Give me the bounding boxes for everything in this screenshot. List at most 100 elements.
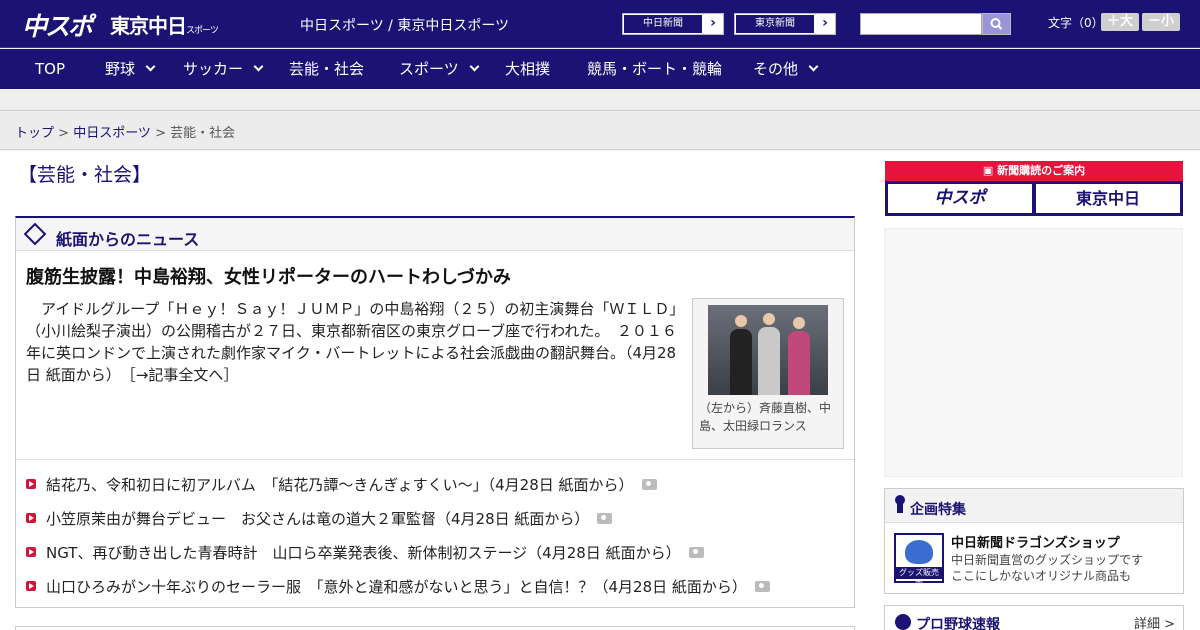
- shop-desc-line: ここにしかないオリジナル商品も: [951, 569, 1132, 583]
- tokyo-logo-text: 東京中日: [110, 14, 187, 38]
- subscription-banner: ▣ 新聞購読のご案内 中スポ 東京中日: [885, 161, 1183, 216]
- nav-label: スポーツ: [399, 60, 459, 78]
- baseball-icon: [895, 614, 911, 630]
- photo-figure: [788, 331, 810, 395]
- detail-link[interactable]: 詳細 >: [1134, 613, 1175, 630]
- photo-figure: [758, 327, 780, 395]
- breadcrumb-section-link[interactable]: 中日スポーツ: [73, 126, 151, 141]
- nav-label: その他: [753, 60, 799, 78]
- photo-box: （左から）斉藤直樹、中島、太田緑ロランス: [692, 298, 844, 449]
- photo-figure-head: [735, 315, 747, 327]
- nav-item-keiba[interactable]: 競馬・ボート・競輪: [587, 49, 722, 89]
- divider: [16, 459, 854, 460]
- chevron-right-icon: ›: [822, 15, 828, 31]
- news-list-item[interactable]: 結花乃、令和初日に初アルバム 「結花乃譚～きんぎょすくい～」（4月28日 紙面か…: [26, 474, 846, 508]
- dragons-shop-image[interactable]: グッズ販売中: [894, 533, 944, 589]
- site-header: 中スポ 東京中日スポーツ 中日スポーツ / 東京中日スポーツ 中日新聞 › 東京…: [0, 0, 1200, 48]
- photo-caption: （左から）斉藤直樹、中島、太田緑ロランス: [699, 401, 832, 433]
- search-input[interactable]: [860, 13, 982, 35]
- lead-body: アイドルグループ「Ｈｅｙ！Ｓａｙ！ＪＵＭＰ」の中島裕翔（２５）の初主演舞台「ＷＩ…: [26, 300, 685, 384]
- chevron-down-icon: [469, 61, 480, 72]
- nav-item-soccer[interactable]: サッカー: [183, 49, 264, 89]
- goods-sale-badge: グッズ販売中: [896, 567, 942, 589]
- photo-figure: [730, 329, 752, 395]
- camera-icon: [688, 547, 704, 558]
- search-button[interactable]: [982, 13, 1011, 35]
- nav-label: 野球: [105, 60, 136, 78]
- next-section-box: [15, 626, 855, 630]
- nav-label: TOP: [35, 60, 66, 78]
- font-smaller-button[interactable]: －小: [1142, 13, 1180, 31]
- newspaper-icon: [23, 222, 47, 246]
- newspaper-news-box: 紙面からのニュース 腹筋生披露！中島裕翔、女性リポーターのハートわしづかみ アイ…: [15, 216, 855, 608]
- nav-item-top[interactable]: TOP: [35, 49, 65, 89]
- arrow-bullet-icon: [26, 547, 36, 557]
- nav-item-sports[interactable]: スポーツ: [399, 49, 480, 89]
- photo-figure-head: [763, 313, 775, 325]
- nav-label: 大相撲: [505, 60, 551, 78]
- ribbon-icon: [895, 495, 905, 515]
- photo-figure-head: [793, 317, 805, 329]
- chuspo-logo[interactable]: 中スポ: [22, 7, 93, 43]
- ad-slot[interactable]: [884, 228, 1183, 477]
- baseball-scores-box: プロ野球速報 詳細 >: [884, 605, 1184, 630]
- subscription-title-text: 新聞購読のご案内: [997, 164, 1086, 177]
- nav-item-entertainment[interactable]: 芸能・社会: [289, 49, 364, 89]
- chevron-down-icon: [808, 61, 819, 72]
- nav-item-sumo[interactable]: 大相撲: [505, 49, 550, 89]
- shop-name-link[interactable]: 中日新聞ドラゴンズショップ: [951, 532, 1120, 551]
- chevron-right-icon: ›: [710, 15, 716, 31]
- news-item-title: 小笠原茉由が舞台デビュー お父さんは竜の道大２軍監督（4月28日 紙面から）: [46, 510, 590, 528]
- breadcrumb: トップ > 中日スポーツ > 芸能・社会: [15, 122, 235, 141]
- news-list-item[interactable]: 小笠原茉由が舞台デビュー お父さんは竜の道大２軍監督（4月28日 紙面から）: [26, 508, 846, 542]
- nav-label: サッカー: [183, 60, 244, 78]
- search-icon: [990, 18, 1003, 30]
- baseball-title: プロ野球速報: [916, 617, 1000, 630]
- tokyo-shimbun-button[interactable]: 東京新聞 ›: [734, 13, 836, 35]
- lead-text: アイドルグループ「Ｈｅｙ！Ｓａｙ！ＪＵＭＰ」の中島裕翔（２５）の初主演舞台「ＷＩ…: [26, 298, 686, 386]
- shop-desc-line: 中日新聞直営のグッズショップです: [951, 553, 1144, 567]
- breadcrumb-separator: >: [150, 126, 171, 141]
- chunichi-shimbun-button[interactable]: 中日新聞 ›: [622, 13, 724, 35]
- news-item-title: NGT、再び動き出した青春時計 山口ら卒業発表後、新体制初ステージ（4月28日 …: [46, 544, 681, 562]
- arrow-bullet-icon: [26, 513, 36, 523]
- article-photo[interactable]: [708, 305, 828, 395]
- full-article-link[interactable]: ［→記事全文へ］: [128, 366, 238, 384]
- shop-description: 中日新聞直営のグッズショップです ここにしかないオリジナル商品も: [951, 552, 1176, 584]
- subscribe-tokyo-button[interactable]: 東京中日: [1036, 184, 1180, 213]
- page-title: 【芸能・社会】: [18, 164, 152, 186]
- arrow-bullet-icon: [26, 479, 36, 489]
- site-names: 中日スポーツ / 東京中日スポーツ: [300, 18, 510, 34]
- nav-item-baseball[interactable]: 野球: [105, 49, 156, 89]
- mascot-icon: [905, 540, 933, 564]
- font-larger-button[interactable]: ＋大: [1101, 13, 1139, 31]
- chevron-down-icon: [145, 61, 156, 72]
- arrow-bullet-icon: [26, 581, 36, 591]
- subscribe-chuspo-button[interactable]: 中スポ: [888, 184, 1032, 213]
- news-list-item[interactable]: 山口ひろみがン十年ぶりのセーラー服 「意外と違和感がないと思う」と自信！？（4月…: [26, 576, 846, 610]
- news-list: 結花乃、令和初日に初アルバム 「結花乃譚～きんぎょすくい～」（4月28日 紙面か…: [26, 474, 846, 610]
- newspaper-icon: ▣: [982, 164, 998, 177]
- breadcrumb-home-link[interactable]: トップ: [15, 126, 54, 141]
- tokyo-logo-sub: スポーツ: [186, 26, 219, 36]
- news-item-title: 結花乃、令和初日に初アルバム 「結花乃譚～きんぎょすくい～」（4月28日 紙面か…: [46, 476, 634, 494]
- subscription-title: ▣ 新聞購読のご案内: [885, 161, 1183, 181]
- camera-icon: [597, 513, 613, 524]
- headline-link[interactable]: 腹筋生披露！中島裕翔、女性リポーターのハートわしづかみ: [26, 263, 511, 289]
- main-nav: TOP 野球 サッカー 芸能・社会 スポーツ 大相撲 競馬・ボート・競輪 その他: [0, 49, 1200, 89]
- tokyo-shimbun-label: 東京新聞: [735, 14, 815, 34]
- breadcrumb-current: 芸能・社会: [170, 126, 236, 141]
- news-list-item[interactable]: NGT、再び動き出した青春時計 山口ら卒業発表後、新体制初ステージ（4月28日 …: [26, 542, 846, 576]
- sub-nav-strip: [0, 89, 1200, 111]
- camera-icon: [641, 479, 657, 490]
- news-item-title: 山口ひろみがン十年ぶりのセーラー服 「意外と違和感がないと思う」と自信！？（4月…: [46, 578, 747, 596]
- news-box-title: 紙面からのニュース: [56, 230, 200, 249]
- nav-label: 競馬・ボート・競輪: [587, 60, 723, 78]
- chevron-down-icon: [253, 61, 264, 72]
- breadcrumb-bar: トップ > 中日スポーツ > 芸能・社会: [0, 112, 1200, 150]
- news-box-header: 紙面からのニュース: [16, 218, 854, 251]
- font-size-label: 文字（0）: [1048, 16, 1104, 30]
- nav-item-other[interactable]: その他: [753, 49, 819, 89]
- tokyo-chunichi-logo[interactable]: 東京中日スポーツ: [110, 10, 219, 39]
- nav-label: 芸能・社会: [289, 60, 365, 78]
